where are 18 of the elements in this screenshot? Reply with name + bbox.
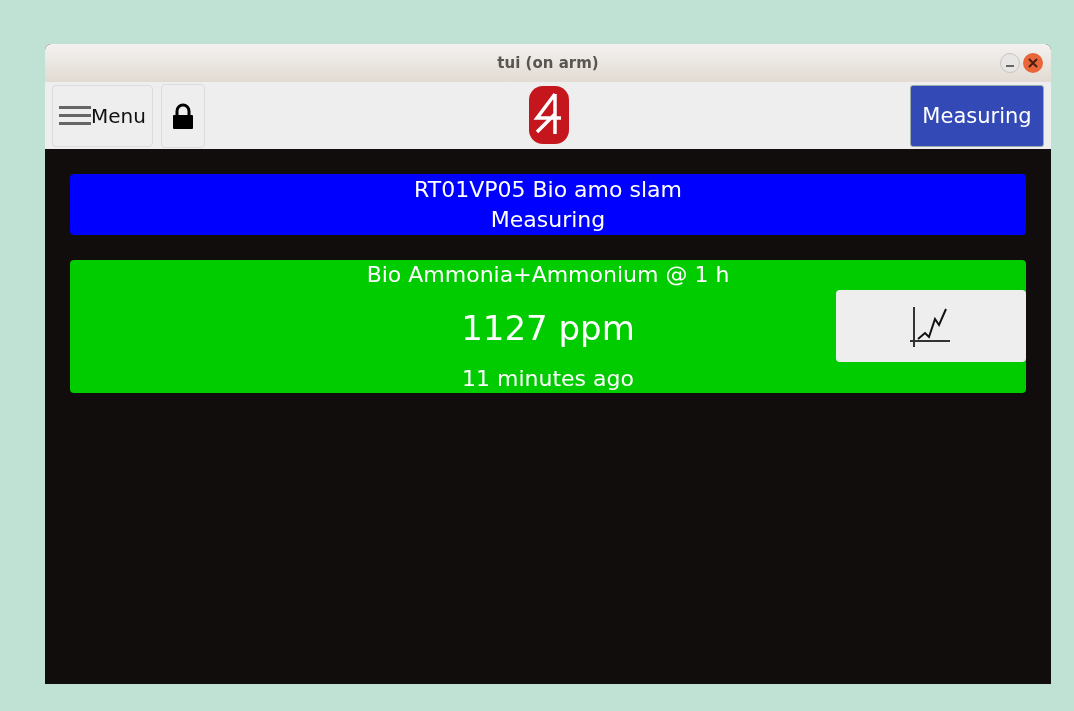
menu-icon — [59, 104, 91, 127]
close-button[interactable] — [1023, 53, 1043, 73]
chart-button[interactable] — [836, 290, 1026, 362]
measurement-age: 11 minutes ago — [462, 365, 634, 393]
measurement-value: 1127 ppm — [461, 307, 635, 348]
window-title: tui (on arm) — [497, 54, 599, 72]
status-text: Measuring — [490, 205, 606, 234]
line-chart-icon — [910, 305, 952, 347]
menu-button[interactable]: Menu — [52, 84, 153, 147]
close-icon — [1028, 58, 1038, 68]
mode-button[interactable]: Measuring — [910, 84, 1044, 147]
measurement-title: Bio Ammonia+Ammonium @ 1 h — [366, 261, 730, 289]
status-text: RT01VP05 Bio amo slam — [414, 175, 682, 204]
logo-icon — [529, 86, 569, 144]
minimize-icon — [1006, 65, 1014, 67]
lock-button[interactable] — [160, 83, 205, 148]
lock-icon — [171, 102, 194, 129]
minimize-button[interactable] — [1000, 53, 1020, 73]
